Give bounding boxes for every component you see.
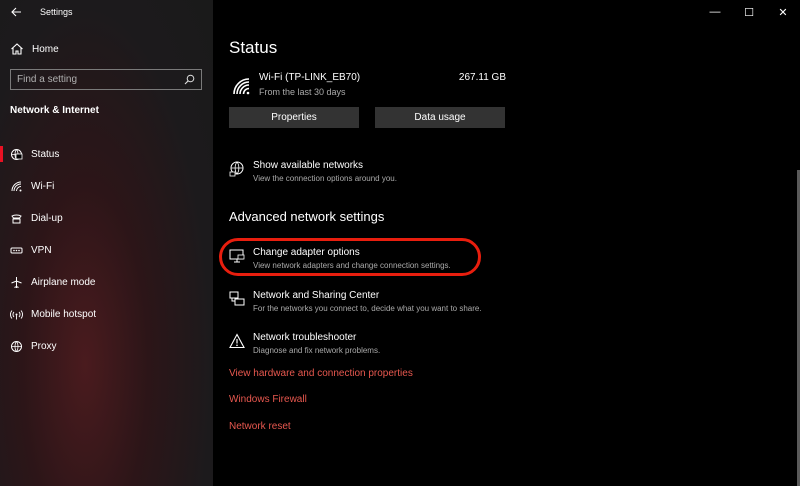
sidebar-item-status[interactable]: Status [0, 138, 213, 170]
sidebar-item-airplane-mode[interactable]: Airplane mode [0, 266, 213, 298]
data-usage-button[interactable]: Data usage [375, 107, 505, 128]
sidebar-item-label: Wi-Fi [31, 180, 55, 192]
back-button[interactable] [0, 0, 32, 24]
change-adapter-options[interactable]: Change adapter options View network adap… [229, 247, 451, 270]
option-title: Network and Sharing Center [253, 290, 380, 301]
network-reset-link[interactable]: Network reset [229, 421, 291, 432]
data-usage-amount: 267.11 GB [458, 72, 506, 83]
search-input[interactable]: Find a setting [17, 74, 184, 85]
home-nav-item[interactable]: Home [10, 40, 59, 58]
option-title: Change adapter options [253, 247, 360, 258]
app-title: Settings [40, 7, 73, 17]
home-label: Home [32, 43, 59, 55]
adapter-icon [229, 249, 245, 263]
option-description: View network adapters and change connect… [253, 261, 451, 270]
close-button[interactable]: ✕ [766, 0, 800, 24]
globe-network-icon [229, 161, 244, 177]
page-title: Status [229, 38, 278, 57]
sharing-center-icon [229, 291, 245, 306]
search-icon [184, 74, 195, 85]
option-description: View the connection options around you. [253, 174, 397, 183]
connection-period: From the last 30 days [259, 87, 346, 97]
network-sharing-center[interactable]: Network and Sharing Center For the netwo… [229, 290, 482, 313]
show-available-networks[interactable]: Show available networks View the connect… [229, 160, 397, 183]
minimize-button[interactable]: — [698, 0, 732, 24]
vpn-icon [10, 244, 23, 257]
network-troubleshooter[interactable]: Network troubleshooter Diagnose and fix … [229, 332, 380, 355]
wifi-signal-icon [233, 78, 250, 95]
sidebar-item-proxy[interactable]: Proxy [0, 330, 213, 362]
option-description: Diagnose and fix network problems. [253, 346, 381, 355]
status-icon [10, 148, 23, 161]
home-icon [11, 43, 23, 55]
back-arrow-icon [10, 7, 21, 17]
sidebar-item-wifi[interactable]: Wi-Fi [0, 170, 213, 202]
section-title: Network & Internet [10, 105, 99, 116]
option-title: Show available networks [253, 160, 364, 171]
sidebar-item-vpn[interactable]: VPN [0, 234, 213, 266]
option-description: For the networks you connect to, decide … [253, 304, 482, 313]
properties-button[interactable]: Properties [229, 107, 359, 128]
windows-firewall-link[interactable]: Windows Firewall [229, 394, 307, 405]
title-bar: Settings [0, 0, 213, 24]
warning-icon [229, 333, 245, 349]
airplane-icon [10, 276, 23, 289]
sidebar-nav: Status Wi-Fi Dial-up VPN Airplane mode M… [0, 138, 213, 362]
maximize-button[interactable]: ☐ [732, 0, 766, 24]
sidebar-item-label: Dial-up [31, 212, 63, 224]
sidebar-item-label: Mobile hotspot [31, 308, 97, 320]
sidebar-item-label: Proxy [31, 340, 57, 352]
sidebar-item-label: VPN [31, 244, 52, 256]
connection-status: Wi-Fi (TP-LINK_EB70) From the last 30 da… [231, 72, 506, 102]
dialup-icon [10, 212, 23, 225]
window-controls: — ☐ ✕ [698, 0, 800, 24]
sidebar-item-dialup[interactable]: Dial-up [0, 202, 213, 234]
hotspot-icon [10, 308, 23, 321]
sidebar-item-label: Airplane mode [31, 276, 96, 288]
sidebar-item-label: Status [31, 148, 60, 160]
wifi-icon [10, 180, 23, 193]
option-title: Network troubleshooter [253, 332, 357, 343]
sidebar-item-mobile-hotspot[interactable]: Mobile hotspot [0, 298, 213, 330]
connection-name: Wi-Fi (TP-LINK_EB70) [259, 72, 361, 83]
hardware-properties-link[interactable]: View hardware and connection properties [229, 368, 413, 379]
search-box[interactable]: Find a setting [10, 69, 202, 90]
globe-icon [10, 340, 23, 353]
sidebar: Settings Home Find a setting Network & I… [0, 0, 213, 486]
main-content: — ☐ ✕ Status Wi-Fi (TP-LINK_EB70) From t… [213, 0, 800, 486]
advanced-settings-heading: Advanced network settings [229, 209, 385, 224]
